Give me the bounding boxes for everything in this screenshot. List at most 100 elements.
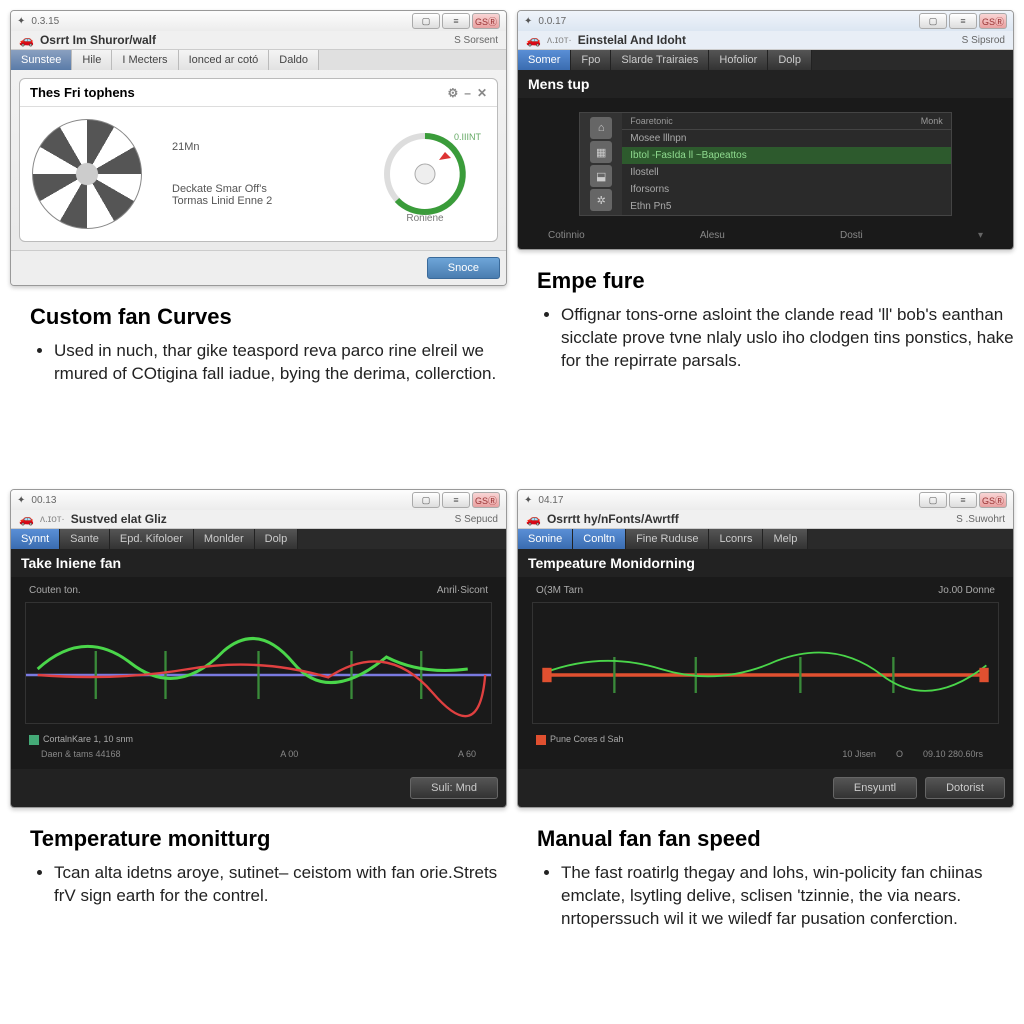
- tab-sunstee[interactable]: Sunstee: [11, 50, 72, 70]
- tab-daldo[interactable]: Daldo: [269, 50, 319, 70]
- tab-sonine[interactable]: Sonine: [518, 529, 573, 549]
- fan-chart: [25, 602, 492, 724]
- gauge-label: 0.IIINT: [454, 132, 481, 142]
- apply-button[interactable]: Ensyuntl: [833, 777, 917, 799]
- menu-button[interactable]: ≡: [949, 13, 977, 29]
- version-label: 00.13: [31, 495, 56, 506]
- menu-button[interactable]: ≡: [442, 13, 470, 29]
- status-label: S Sepucd: [455, 514, 498, 525]
- app-icon: ✦: [17, 16, 25, 27]
- col-name: Foaretonic: [630, 116, 920, 126]
- close-button[interactable]: GSⓇ: [472, 13, 500, 29]
- window-manual-fan: ✦ 04.17 ▢ ≡ GSⓇ 🚗 Osrrtt hy/nFonts/Awrtf…: [517, 489, 1014, 808]
- tab-synnt[interactable]: Synnt: [11, 529, 60, 549]
- titlebar: ✦ 0.3.15 ▢ ≡ GSⓇ: [11, 11, 506, 31]
- minimize-button[interactable]: ▢: [412, 492, 440, 508]
- panel-title: Tempeature Monidorning: [518, 549, 1013, 577]
- gear-icon[interactable]: ⚙: [447, 86, 458, 100]
- list-item[interactable]: Iforsorns: [622, 181, 951, 198]
- default-button[interactable]: Dotorist: [925, 777, 1005, 799]
- section-heading-2: Empe fure: [537, 268, 1014, 294]
- save-button[interactable]: Snoce: [427, 257, 500, 279]
- list-item[interactable]: Mosee lllnpn: [622, 130, 951, 147]
- tab-bar: Sonine Conltn Fine Ruduse Lconrs Melp: [518, 528, 1013, 549]
- chart-icon[interactable]: ⬓: [590, 165, 612, 187]
- rpm-value: 21Mn: [172, 141, 272, 153]
- tab-bar: Sunstee Hile I Mecters Ionced ar cotó Da…: [11, 49, 506, 70]
- tab-mecters[interactable]: I Mecters: [112, 50, 178, 70]
- mode-button[interactable]: Suli: Mnd: [410, 777, 498, 799]
- tab-dolp[interactable]: Dolp: [768, 50, 812, 70]
- titlebar: ✦ 04.17 ▢ ≡ GSⓇ: [518, 490, 1013, 510]
- car-icon: 🚗: [526, 33, 541, 47]
- tab-hile[interactable]: Hile: [72, 50, 112, 70]
- tab-epd[interactable]: Epd. Kifoloer: [110, 529, 194, 549]
- chart-rlabel: Jo.00 Donne: [938, 585, 995, 596]
- status-label: S Sorsent: [454, 35, 498, 46]
- app-icon: ✦: [524, 16, 532, 27]
- bullet-1: Used in nuch, thar gike teaspord reva pa…: [54, 340, 507, 386]
- min-icon[interactable]: –: [464, 86, 471, 100]
- tab-fine[interactable]: Fine Ruduse: [626, 529, 709, 549]
- tab-slarde[interactable]: Slarde Trairaies: [611, 50, 709, 70]
- fan-desc2: Tormas Linid Enne 2: [172, 195, 272, 207]
- status-label: S .Suwohrt: [956, 514, 1005, 525]
- tab-melp[interactable]: Melp: [763, 529, 808, 549]
- x-label-2: O: [896, 749, 903, 759]
- image-icon[interactable]: ▦: [590, 141, 612, 163]
- minimize-button[interactable]: ▢: [412, 13, 440, 29]
- car-icon: 🚗: [526, 512, 541, 526]
- col-mode: Monk: [921, 116, 943, 126]
- titlebar: ✦ 0.0.17 ▢ ≡ GSⓇ: [518, 11, 1013, 31]
- list-item[interactable]: Ethn Pn5: [622, 198, 951, 215]
- status-label: S Sipsrod: [962, 35, 1005, 46]
- close-button[interactable]: GSⓇ: [979, 13, 1007, 29]
- tab-bar: Synnt Sante Epd. Kifoloer Monlder Dolp: [11, 528, 506, 549]
- panel-title: Mens tup: [518, 70, 1013, 98]
- close-icon[interactable]: ✕: [477, 86, 487, 100]
- bot-left: Cotinnio: [548, 230, 585, 241]
- version-label: 04.17: [538, 495, 563, 506]
- tab-conltn[interactable]: Conltn: [573, 529, 626, 549]
- legend-label: Pune Cores d Sah: [550, 734, 624, 744]
- section-heading-1: Custom fan Curves: [30, 304, 507, 330]
- x-label-2: A 00: [280, 749, 298, 759]
- tab-somer[interactable]: Somer: [518, 50, 571, 70]
- tab-ionced[interactable]: Ionced ar cotó: [179, 50, 270, 70]
- app-icon: ✦: [17, 495, 25, 506]
- bot-mid: Alesu: [700, 230, 725, 241]
- sub-titlebar: 🚗 ᴧ.ɪᴏᴛ· Einstelal And Idoht S Sipsrod: [518, 31, 1013, 49]
- minimize-button[interactable]: ▢: [919, 13, 947, 29]
- home-icon[interactable]: ⌂: [590, 117, 612, 139]
- app-title: Osrrt Im Shuror/walf: [40, 33, 156, 47]
- x-label-3: 09.10 280.60rs: [923, 749, 983, 759]
- menu-button[interactable]: ≡: [442, 492, 470, 508]
- tab-sante[interactable]: Sante: [60, 529, 110, 549]
- app-title: Osrrtt hy/nFonts/Awrtff: [547, 512, 679, 526]
- window-fan-curves: ✦ 0.3.15 ▢ ≡ GSⓇ 🚗 Osrrt Im Shuror/walf …: [10, 10, 507, 286]
- list-item[interactable]: Ilostell: [622, 164, 951, 181]
- window-settings: ✦ 0.0.17 ▢ ≡ GSⓇ 🚗 ᴧ.ɪᴏᴛ· Einstelal And …: [517, 10, 1014, 250]
- list-item[interactable]: Ibtol -FasIda ll ~Bapeattos: [622, 147, 951, 164]
- tab-fpo[interactable]: Fpo: [571, 50, 611, 70]
- menu-button[interactable]: ≡: [949, 492, 977, 508]
- section-heading-4: Manual fan fan speed: [537, 826, 1014, 852]
- gauge-bottom: Roniene: [406, 213, 443, 224]
- tab-lconrs[interactable]: Lconrs: [709, 529, 763, 549]
- close-button[interactable]: GSⓇ: [979, 492, 1007, 508]
- window-temp-monitor: ✦ 00.13 ▢ ≡ GSⓇ 🚗 ᴧ.ɪᴏᴛ· Sustved elat Gl…: [10, 489, 507, 808]
- sub-titlebar: 🚗 Osrrt Im Shuror/walf S Sorsent: [11, 31, 506, 49]
- tab-monlder[interactable]: Monlder: [194, 529, 255, 549]
- car-icon: 🚗: [19, 33, 34, 47]
- x-label-1: Daen & tams 44168: [41, 749, 121, 759]
- app-title: Einstelal And Idoht: [578, 33, 686, 47]
- gear-icon[interactable]: ✲: [590, 189, 612, 211]
- tab-dolp[interactable]: Dolp: [255, 529, 299, 549]
- close-button[interactable]: GSⓇ: [472, 492, 500, 508]
- bullet-2: Offignar tons-orne asloint the clande re…: [561, 304, 1014, 373]
- chart-ylabel: O(3M Tarn: [536, 585, 583, 596]
- fan-graphic: [32, 119, 142, 229]
- chart-ylabel: Couten ton.: [29, 585, 81, 596]
- tab-hofolior[interactable]: Hofolior: [709, 50, 768, 70]
- minimize-button[interactable]: ▢: [919, 492, 947, 508]
